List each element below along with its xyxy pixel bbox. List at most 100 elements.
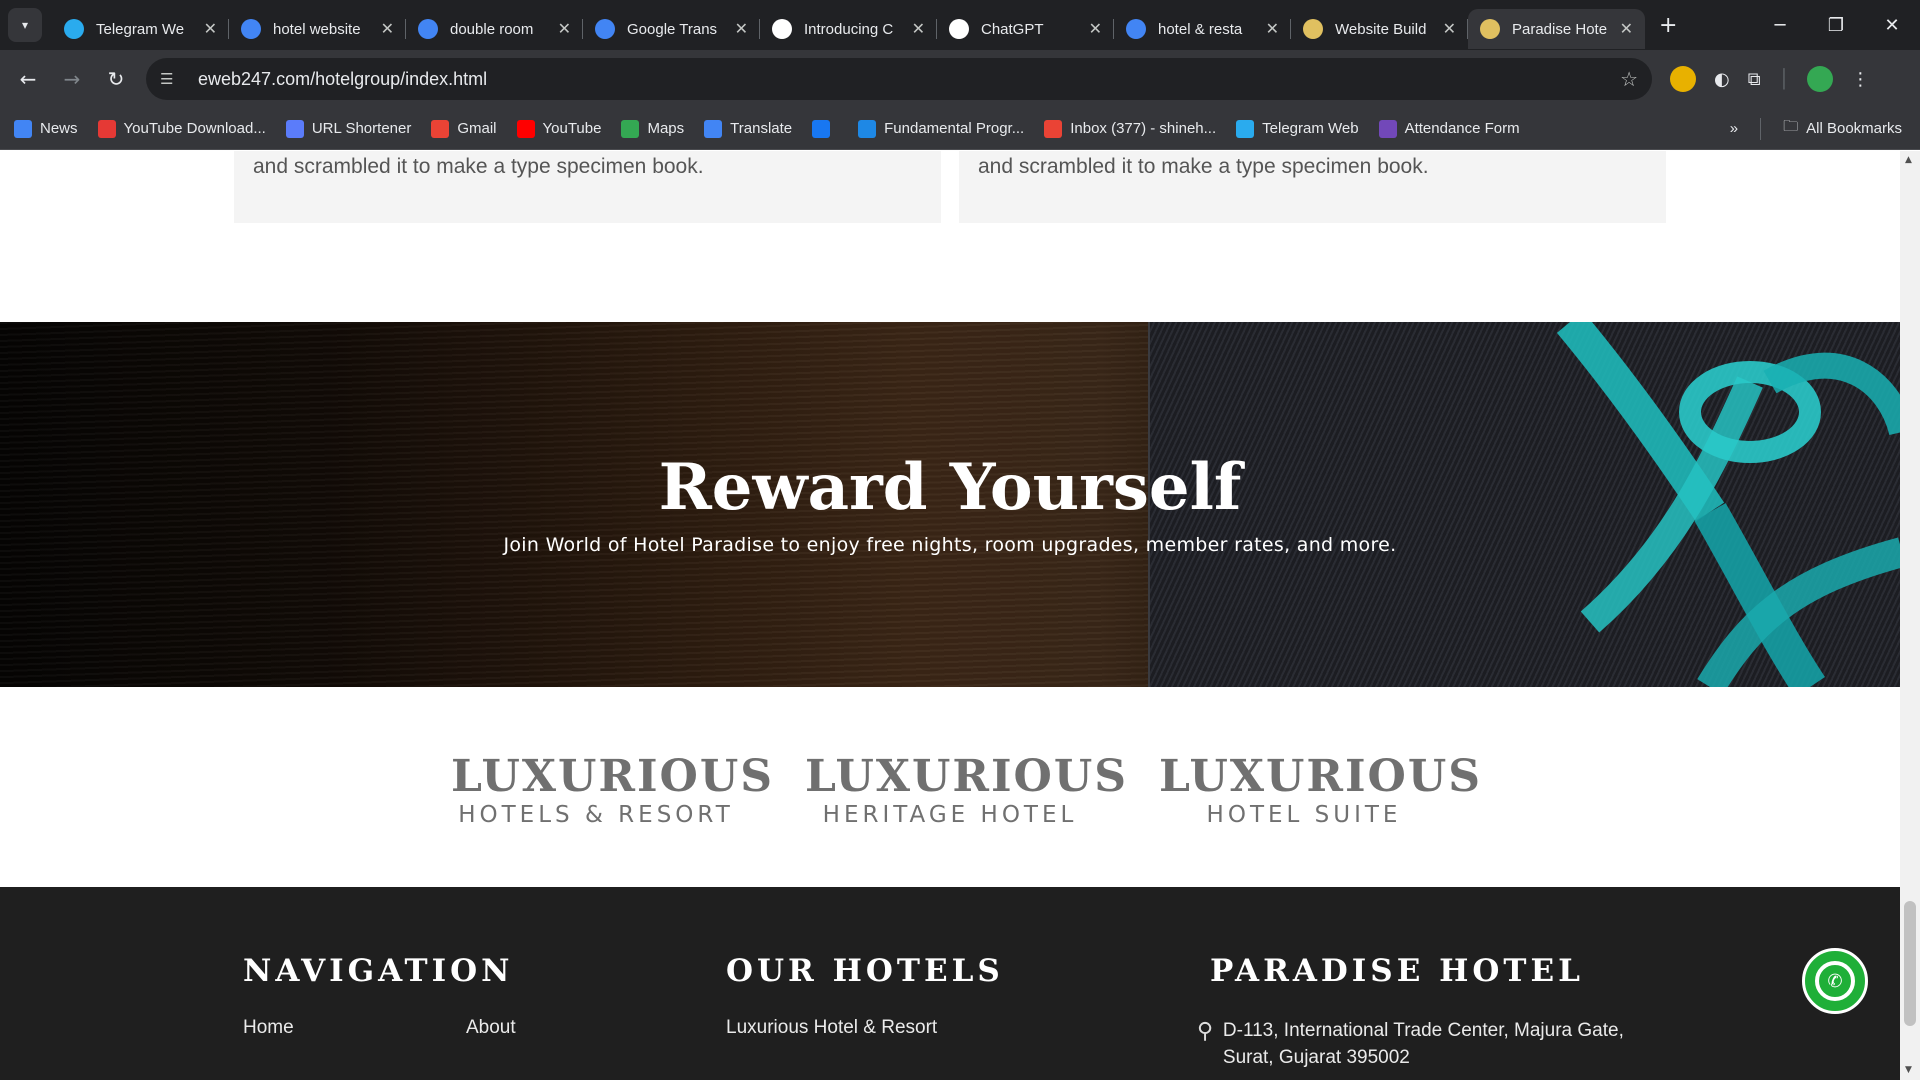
brand-logo-suite[interactable]: LUXURIOUS HOTEL SUITE xyxy=(1159,751,1480,887)
brand-small-text: HOTEL SUITE xyxy=(1206,802,1402,828)
whatsapp-button[interactable]: ✆ xyxy=(1802,948,1868,1014)
bookmark-item[interactable]: Fundamental Progr... xyxy=(858,119,1024,138)
all-bookmarks-label: All Bookmarks xyxy=(1806,120,1902,137)
profile-avatar[interactable] xyxy=(1807,66,1834,92)
gmail-icon xyxy=(431,119,450,138)
tab-close-icon[interactable]: ✕ xyxy=(1620,19,1633,39)
tab-close-icon[interactable]: ✕ xyxy=(912,19,925,39)
close-window-icon[interactable]: ✕ xyxy=(1864,15,1920,36)
youtube-icon xyxy=(516,119,535,138)
tab-close-icon[interactable]: ✕ xyxy=(1089,19,1102,39)
footer-hotels-heading: OUR HOTELS xyxy=(726,953,1004,989)
bookmark-item[interactable]: Inbox (377) - shineh... xyxy=(1044,119,1217,138)
footer-paradise-column: PARADISE HOTEL xyxy=(1210,953,1584,989)
bookmark-label: News xyxy=(40,120,78,137)
browser-toolbar: ← → ↻ ☰ eweb247.com/hotelgroup/index.htm… xyxy=(0,50,1920,108)
footer-paradise-heading: PARADISE HOTEL xyxy=(1210,953,1584,989)
footer-navigation-column: NAVIGATION xyxy=(243,953,513,989)
google-icon xyxy=(1126,19,1146,39)
maps-icon xyxy=(621,119,640,138)
bookmark-item[interactable]: URL Shortener xyxy=(285,119,411,138)
bookmark-item[interactable]: YouTube xyxy=(516,119,602,138)
browser-tab[interactable]: Telegram We ✕ xyxy=(52,9,229,49)
bookmark-label: Inbox (377) - shineh... xyxy=(1070,120,1217,137)
browser-tab[interactable]: Introducing C ✕ xyxy=(760,9,937,49)
tab-title: hotel website xyxy=(273,20,361,38)
new-tab-button[interactable]: + xyxy=(1659,13,1677,38)
extension-on-icon[interactable] xyxy=(1670,66,1696,92)
browser-tab[interactable]: hotel website ✕ xyxy=(229,9,406,49)
scrollbar-thumb[interactable] xyxy=(1904,901,1916,1026)
footer-navigation-heading: NAVIGATION xyxy=(243,953,514,989)
address-bar[interactable]: ☰ eweb247.com/hotelgroup/index.html ☆ xyxy=(146,58,1652,100)
footer-address-text: D-113, International Trade Center, Majur… xyxy=(1222,1020,1624,1068)
tab-search-button[interactable]: ▾ xyxy=(8,8,42,42)
bookmark-item[interactable]: Attendance Form xyxy=(1378,119,1520,138)
card-right: and scrambled it to make a type specimen… xyxy=(959,151,1666,223)
tab-close-icon[interactable]: ✕ xyxy=(204,19,217,39)
bookmark-item[interactable]: YouTube Download... xyxy=(97,119,266,138)
forward-button[interactable]: → xyxy=(50,67,94,91)
tab-close-icon[interactable]: ✕ xyxy=(1266,19,1279,39)
more-bookmarks-icon[interactable]: » xyxy=(1730,120,1738,137)
extension-circle-icon[interactable]: ◐ xyxy=(1714,69,1730,90)
bookmark-item[interactable]: Translate xyxy=(704,119,793,138)
back-button[interactable]: ← xyxy=(6,67,50,91)
bookmark-item[interactable]: Telegram Web xyxy=(1236,119,1359,138)
browser-tab[interactable]: double room ✕ xyxy=(406,9,583,49)
bookmark-item[interactable]: News xyxy=(14,119,78,138)
bookmark-item[interactable] xyxy=(812,119,838,138)
footer-link-hotel-resort[interactable]: Luxurious Hotel & Resort xyxy=(726,1017,937,1039)
footer-hotels-column: OUR HOTELS xyxy=(726,953,1004,989)
google-icon xyxy=(241,19,261,39)
bookmark-label: YouTube Download... xyxy=(123,120,266,137)
tab-title: Introducing C xyxy=(804,20,894,38)
telegram-icon xyxy=(64,19,84,39)
browser-tab[interactable]: Google Trans ✕ xyxy=(583,9,760,49)
download-icon xyxy=(97,119,116,138)
footer-link-home[interactable]: Home xyxy=(243,1017,294,1039)
extensions-area: ◐ ⧉ │ ⋮ xyxy=(1670,66,1869,92)
url-text[interactable]: eweb247.com/hotelgroup/index.html xyxy=(198,69,487,90)
site-info-icon[interactable]: ☰ xyxy=(160,70,184,88)
facebook-icon xyxy=(812,119,831,138)
menu-kebab-icon[interactable]: ⋮ xyxy=(1851,69,1869,90)
bookmark-item[interactable]: Gmail xyxy=(431,119,497,138)
brand-logo-heritage[interactable]: LUXURIOUS HERITAGE HOTEL xyxy=(805,751,1126,887)
all-bookmarks-button[interactable]: 🗀 All Bookmarks xyxy=(1783,116,1902,141)
bookmark-label: YouTube xyxy=(542,120,602,137)
bookmark-item[interactable]: Maps xyxy=(621,119,684,138)
bookmarks-divider xyxy=(1760,117,1762,140)
window-controls: ─ ❐ ✕ xyxy=(1752,15,1920,36)
forms-icon xyxy=(1378,119,1397,138)
scroll-up-icon[interactable]: ▲ xyxy=(1905,155,1912,165)
folder-icon: 🗀 xyxy=(1783,118,1799,135)
browser-tab[interactable]: Website Build ✕ xyxy=(1291,9,1468,49)
browser-tab[interactable]: Paradise Hote ✕ xyxy=(1468,9,1645,49)
bookmark-label: Translate xyxy=(730,120,793,137)
puzzle-icon[interactable]: ⧉ xyxy=(1748,69,1761,90)
tab-title: Paradise Hote xyxy=(1512,20,1607,38)
page-viewport: and scrambled it to make a type specimen… xyxy=(0,151,1900,1080)
brand-logo-resort[interactable]: LUXURIOUS HOTELS & RESORT xyxy=(451,751,772,887)
tab-close-icon[interactable]: ✕ xyxy=(381,19,394,39)
restore-icon[interactable]: ❐ xyxy=(1808,15,1864,36)
card-right-text: and scrambled it to make a type specimen… xyxy=(978,155,1429,178)
browser-tab[interactable]: hotel & resta ✕ xyxy=(1114,9,1291,49)
tab-close-icon[interactable]: ✕ xyxy=(1443,19,1456,39)
bookmarks-list: News YouTube Download... URL Shortener Gmai… xyxy=(14,119,1540,138)
footer-link-about[interactable]: About xyxy=(466,1017,516,1039)
minimize-icon[interactable]: ─ xyxy=(1752,15,1808,36)
openai-icon xyxy=(949,19,969,39)
page-scrollbar[interactable]: ▲ ▼ xyxy=(1900,151,1920,1080)
google-translate-icon xyxy=(595,19,615,39)
scroll-down-icon[interactable]: ▼ xyxy=(1905,1065,1912,1075)
reload-button[interactable]: ↻ xyxy=(94,67,138,91)
whatsapp-icon: ✆ xyxy=(1815,961,1855,1001)
bookmark-star-icon[interactable]: ☆ xyxy=(1620,67,1638,92)
browser-tab[interactable]: ChatGPT ✕ xyxy=(937,9,1114,49)
bookmark-label: Attendance Form xyxy=(1404,120,1520,137)
tab-close-icon[interactable]: ✕ xyxy=(558,19,571,39)
tab-close-icon[interactable]: ✕ xyxy=(735,19,748,39)
google-icon xyxy=(418,19,438,39)
